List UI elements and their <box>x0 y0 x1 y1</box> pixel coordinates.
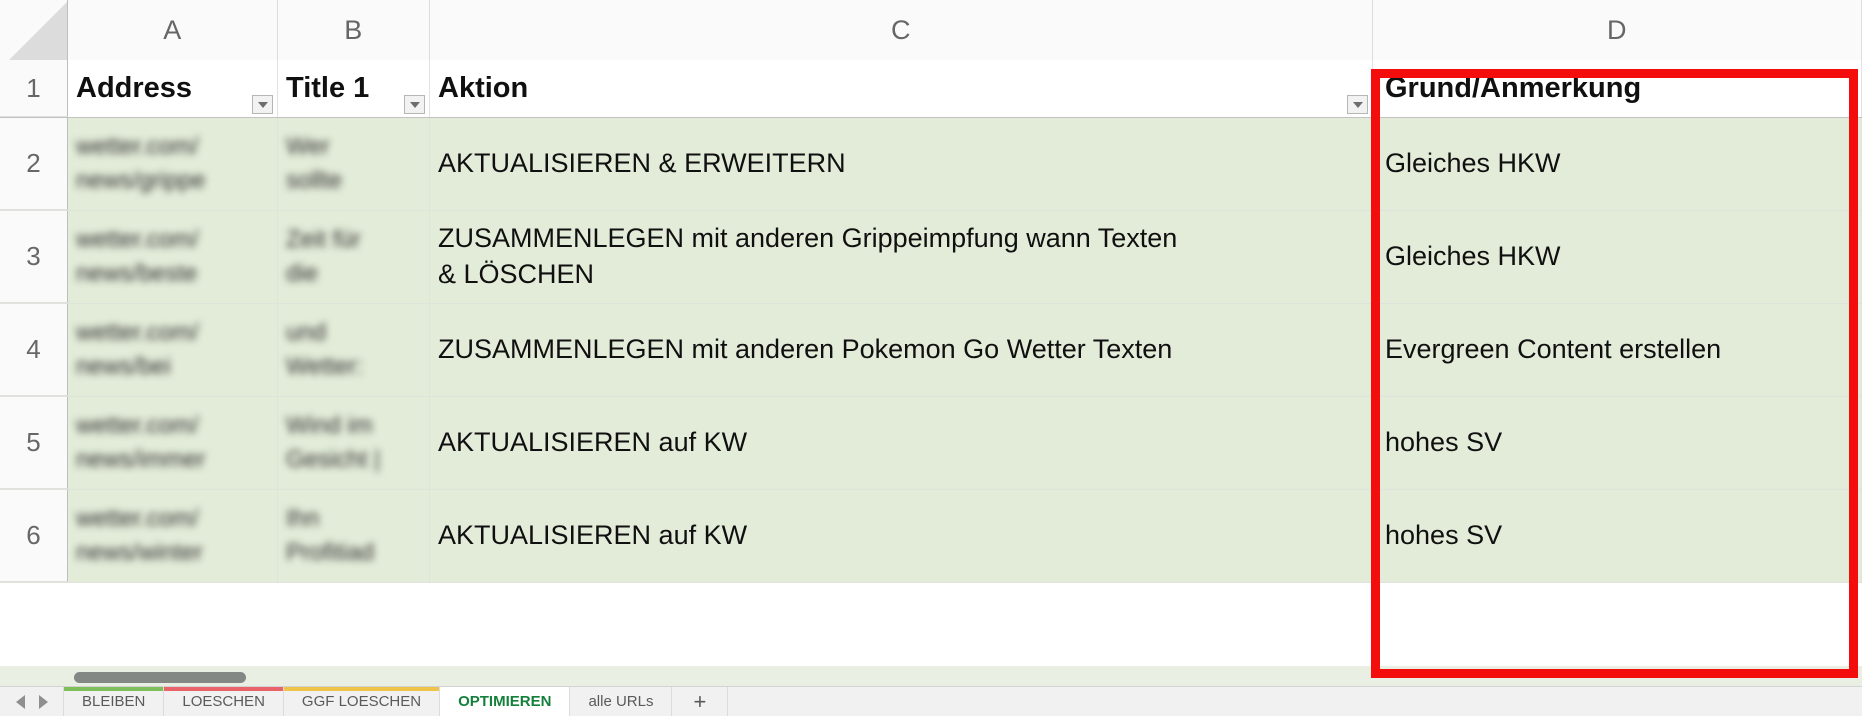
sheet-tab-strip: BLEIBEN LOESCHEN GGF LOESCHEN OPTIMIEREN… <box>0 686 1862 716</box>
cell-address[interactable]: wetter.com/ news/grippe <box>68 118 278 210</box>
spreadsheet-grid: A B C D 1 Address Title 1 Aktion Grund/A… <box>0 0 1862 666</box>
sheet-tab-bleiben[interactable]: BLEIBEN <box>64 687 165 716</box>
column-header-a[interactable]: A <box>68 0 278 60</box>
redacted-address-text: wetter.com/ news/winter <box>76 504 203 566</box>
redacted-title-text: Wer sollte <box>286 132 343 194</box>
row-header-6[interactable]: 6 <box>0 490 68 582</box>
redacted-title-text: Wind im Gesicht | <box>286 411 381 473</box>
sheet-tab-label: LOESCHEN <box>182 693 265 710</box>
cell-title[interactable]: Zeit für die <box>278 211 430 303</box>
sheet-tab-ggf-loeschen[interactable]: GGF LOESCHEN <box>283 687 441 716</box>
tab-accent-ggf-loeschen <box>283 687 440 691</box>
table-row: 5 wetter.com/ news/immer Wind im Gesicht… <box>0 397 1862 490</box>
redacted-title-text: und Wetter: <box>286 318 363 380</box>
tab-accent-bleiben <box>64 687 164 691</box>
nav-prev-icon[interactable] <box>15 694 25 709</box>
cell-aktion[interactable]: AKTUALISIEREN auf KW <box>430 397 1373 489</box>
cell-title[interactable]: Wer sollte <box>278 118 430 210</box>
redacted-address-text: wetter.com/ news/bei <box>76 318 199 380</box>
row-header-3[interactable]: 3 <box>0 211 68 303</box>
sheet-tab-loeschen[interactable]: LOESCHEN <box>164 687 284 716</box>
grund-text: hohes SV <box>1385 520 1503 551</box>
tab-strip-filler <box>728 687 1862 716</box>
header-cell-grund-anmerkung[interactable]: Grund/Anmerkung <box>1373 60 1862 117</box>
aktion-text: ZUSAMMENLEGEN mit anderen Pokemon Go Wet… <box>438 334 1173 365</box>
aktion-text: ZUSAMMENLEGEN mit anderen Grippeimpfung … <box>438 223 1178 289</box>
sheet-navigation <box>0 687 64 716</box>
cell-aktion[interactable]: ZUSAMMENLEGEN mit anderen Pokemon Go Wet… <box>430 304 1373 396</box>
sheet-tab-alle-urls[interactable]: alle URLs <box>570 687 673 716</box>
cell-aktion[interactable]: AKTUALISIEREN auf KW <box>430 490 1373 582</box>
cell-aktion[interactable]: ZUSAMMENLEGEN mit anderen Grippeimpfung … <box>430 211 1373 303</box>
header-label-aktion: Aktion <box>438 72 529 105</box>
tab-accent-loeschen <box>164 687 283 691</box>
cell-title[interactable]: Wind im Gesicht | <box>278 397 430 489</box>
sheet-tab-optimieren[interactable]: OPTIMIEREN <box>440 687 571 716</box>
cell-address[interactable]: wetter.com/ news/winter <box>68 490 278 582</box>
row-header-2[interactable]: 2 <box>0 118 68 210</box>
column-header-b[interactable]: B <box>278 0 430 60</box>
redacted-title-text: Ihn Profitiad <box>286 504 375 566</box>
redacted-address-text: wetter.com/ news/beste <box>76 225 199 287</box>
column-header-row: A B C D <box>0 0 1862 60</box>
grid-rows: 1 Address Title 1 Aktion Grund/Anmerkung <box>0 60 1862 666</box>
sheet-tab-label: BLEIBEN <box>82 693 146 710</box>
header-label-address: Address <box>76 72 193 105</box>
cell-grund-anmerkung[interactable]: hohes SV <box>1373 490 1862 582</box>
column-header-c[interactable]: C <box>430 0 1373 60</box>
header-label-grund-anmerkung: Grund/Anmerkung <box>1385 72 1642 105</box>
redacted-title-text: Zeit für die <box>286 225 361 287</box>
cell-address[interactable]: wetter.com/ news/bei <box>68 304 278 396</box>
filter-dropdown-icon-a[interactable] <box>252 95 273 114</box>
redacted-address-text: wetter.com/ news/immer <box>76 411 206 473</box>
grund-text: hohes SV <box>1385 427 1503 458</box>
aktion-text: AKTUALISIEREN & ERWEITERN <box>438 148 846 179</box>
header-label-title: Title 1 <box>286 72 370 105</box>
sheet-tab-label: alle URLs <box>588 693 654 710</box>
cell-title[interactable]: Ihn Profitiad <box>278 490 430 582</box>
column-header-d[interactable]: D <box>1373 0 1862 60</box>
horizontal-scrollbar[interactable] <box>68 666 1862 686</box>
grund-text: Gleiches HKW <box>1385 148 1561 179</box>
redacted-address-text: wetter.com/ news/grippe <box>76 132 206 194</box>
cell-grund-anmerkung[interactable]: hohes SV <box>1373 397 1862 489</box>
table-row: 6 wetter.com/ news/winter Ihn Profitiad … <box>0 490 1862 583</box>
nav-next-icon[interactable] <box>38 694 48 709</box>
add-sheet-button[interactable]: + <box>672 687 729 716</box>
table-row: 2 wetter.com/ news/grippe Wer sollte AKT… <box>0 118 1862 211</box>
horizontal-scrollbar-thumb[interactable] <box>74 672 246 683</box>
cell-grund-anmerkung[interactable]: Gleiches HKW <box>1373 211 1862 303</box>
filter-dropdown-icon-c[interactable] <box>1347 95 1368 114</box>
header-cell-address[interactable]: Address <box>68 60 278 117</box>
filter-dropdown-icon-b[interactable] <box>404 95 425 114</box>
row-header-1[interactable]: 1 <box>0 60 68 117</box>
grund-text: Gleiches HKW <box>1385 241 1561 272</box>
select-all-corner[interactable] <box>0 0 68 60</box>
aktion-text: AKTUALISIEREN auf KW <box>438 427 748 458</box>
cell-grund-anmerkung[interactable]: Gleiches HKW <box>1373 118 1862 210</box>
cell-address[interactable]: wetter.com/ news/immer <box>68 397 278 489</box>
sheet-tab-label: OPTIMIEREN <box>458 693 552 710</box>
cell-address[interactable]: wetter.com/ news/beste <box>68 211 278 303</box>
table-row: 4 wetter.com/ news/bei und Wetter: ZUSAM… <box>0 304 1862 397</box>
cell-aktion[interactable]: AKTUALISIEREN & ERWEITERN <box>430 118 1373 210</box>
aktion-text: AKTUALISIEREN auf KW <box>438 520 748 551</box>
table-row: 3 wetter.com/ news/beste Zeit für die ZU… <box>0 211 1862 304</box>
cell-grund-anmerkung[interactable]: Evergreen Content erstellen <box>1373 304 1862 396</box>
select-all-corner-icon <box>9 2 67 60</box>
grund-text: Evergreen Content erstellen <box>1385 334 1722 365</box>
table-header-row: 1 Address Title 1 Aktion Grund/Anmerkung <box>0 60 1862 118</box>
row-header-4[interactable]: 4 <box>0 304 68 396</box>
header-cell-title[interactable]: Title 1 <box>278 60 430 117</box>
bottom-bar: BLEIBEN LOESCHEN GGF LOESCHEN OPTIMIEREN… <box>0 666 1862 716</box>
header-cell-aktion[interactable]: Aktion <box>430 60 1373 117</box>
cell-title[interactable]: und Wetter: <box>278 304 430 396</box>
spreadsheet-application: A B C D 1 Address Title 1 Aktion Grund/A… <box>0 0 1862 716</box>
sheet-tab-label: GGF LOESCHEN <box>301 693 422 710</box>
row-header-5[interactable]: 5 <box>0 397 68 489</box>
